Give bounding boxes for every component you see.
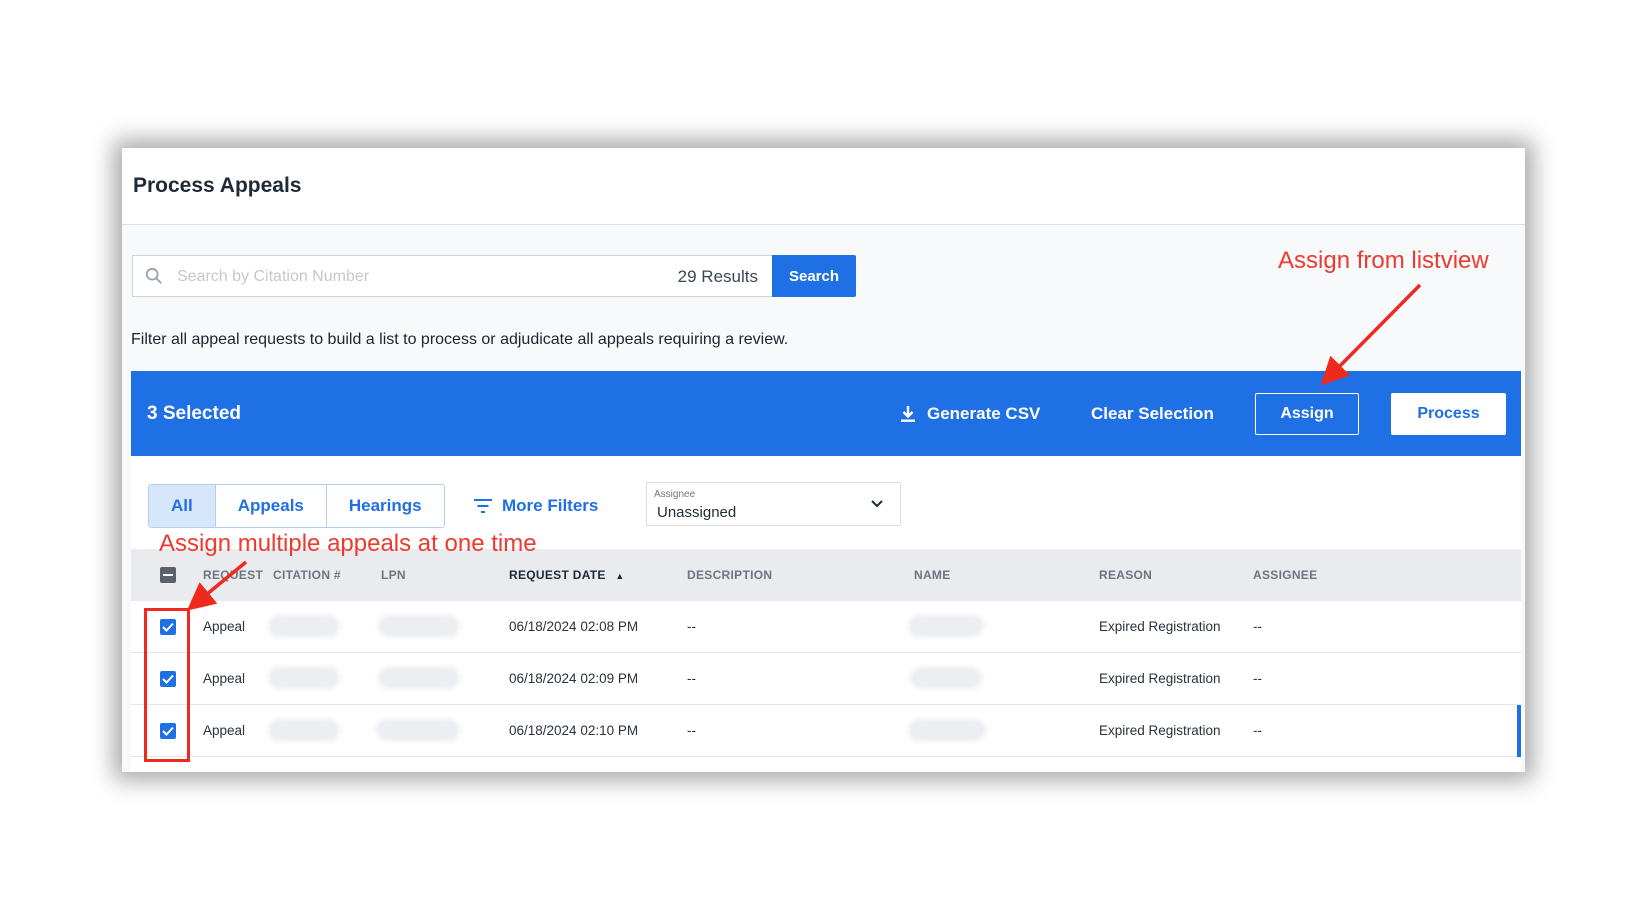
filter-icon [474, 499, 492, 513]
assign-button[interactable]: Assign [1255, 393, 1359, 435]
request-cell: Appeal [203, 723, 246, 738]
assignee-cell: -- [1253, 619, 1262, 634]
type-tabs: All Appeals Hearings [148, 484, 445, 528]
description-cell: -- [687, 671, 696, 686]
assignee-cell: -- [1253, 671, 1262, 686]
search-input[interactable] [175, 264, 639, 290]
request-date-cell: 06/18/2024 02:09 PM [509, 671, 639, 686]
process-appeals-window: Process Appeals 29 Results Search Filter… [122, 148, 1525, 772]
lpn-redacted [379, 722, 457, 738]
request-date-cell: 06/18/2024 02:08 PM [509, 619, 639, 634]
column-name[interactable]: NAME [914, 568, 951, 582]
citation-redacted [271, 722, 337, 738]
generate-csv-button[interactable]: Generate CSV [899, 404, 1040, 424]
chevron-down-icon [871, 500, 883, 508]
table-row[interactable]: Appeal 06/18/2024 02:09 PM -- Expired Re… [131, 653, 1521, 705]
table-row[interactable]: Appeal 06/18/2024 02:08 PM -- Expired Re… [131, 601, 1521, 653]
tab-hearings[interactable]: Hearings [326, 485, 444, 527]
description-cell: -- [687, 619, 696, 634]
column-description[interactable]: DESCRIPTION [687, 568, 772, 582]
select-all-checkbox[interactable] [160, 567, 176, 583]
column-assignee[interactable]: ASSIGNEE [1253, 568, 1317, 582]
citation-redacted [271, 618, 337, 634]
column-request-date[interactable]: REQUEST DATE ▲ [509, 568, 625, 582]
reason-cell: Expired Registration [1099, 619, 1221, 634]
selected-count: 3 Selected [147, 403, 241, 424]
process-button[interactable]: Process [1391, 393, 1506, 435]
column-lpn[interactable]: LPN [381, 568, 406, 582]
column-request-date-label: REQUEST DATE [509, 568, 606, 582]
name-redacted [911, 618, 981, 634]
lpn-redacted [381, 618, 457, 634]
appeals-panel: All Appeals Hearings More Filters Assign… [131, 456, 1521, 772]
generate-csv-label: Generate CSV [927, 404, 1041, 423]
name-redacted [911, 722, 983, 738]
search-box: 29 Results [132, 255, 772, 297]
assignee-select-label: Assignee [654, 489, 696, 500]
annotation-assign-from-listview: Assign from listview [1278, 247, 1489, 274]
page-header: Process Appeals [122, 148, 1525, 225]
request-cell: Appeal [203, 619, 246, 634]
reason-cell: Expired Registration [1099, 671, 1221, 686]
description-cell: -- [687, 723, 696, 738]
reason-cell: Expired Registration [1099, 723, 1221, 738]
tab-appeals[interactable]: Appeals [215, 485, 327, 527]
column-request[interactable]: REQUEST [203, 568, 263, 582]
assignee-select[interactable]: Assignee Unassigned [646, 482, 901, 526]
column-citation[interactable]: CITATION # [273, 568, 341, 582]
results-count: 29 Results [677, 267, 758, 286]
request-cell: Appeal [203, 671, 246, 686]
search-button[interactable]: Search [772, 255, 856, 297]
search-icon [145, 267, 162, 284]
more-filters-button[interactable]: More Filters [474, 496, 598, 516]
name-redacted [913, 670, 979, 686]
annotation-assign-multiple: Assign multiple appeals at one time [159, 530, 537, 557]
page-title: Process Appeals [133, 174, 302, 197]
column-reason[interactable]: REASON [1099, 568, 1152, 582]
sort-ascending-icon: ▲ [615, 571, 625, 581]
clear-selection-button[interactable]: Clear Selection [1091, 404, 1214, 424]
row-focus-accent [1517, 705, 1521, 757]
more-filters-label: More Filters [502, 496, 599, 515]
table-row[interactable]: Appeal 06/18/2024 02:10 PM -- Expired Re… [131, 705, 1521, 757]
assignee-select-value: Unassigned [657, 504, 737, 521]
assignee-cell: -- [1253, 723, 1262, 738]
download-icon [901, 406, 915, 422]
selection-action-bar: 3 Selected Generate CSV Clear Selection … [131, 371, 1521, 456]
filter-description: Filter all appeal requests to build a li… [131, 331, 789, 348]
request-date-cell: 06/18/2024 02:10 PM [509, 723, 639, 738]
annotation-checkbox-highlight [144, 608, 190, 762]
lpn-redacted [381, 670, 457, 686]
citation-redacted [271, 670, 337, 686]
tab-all[interactable]: All [149, 485, 216, 527]
